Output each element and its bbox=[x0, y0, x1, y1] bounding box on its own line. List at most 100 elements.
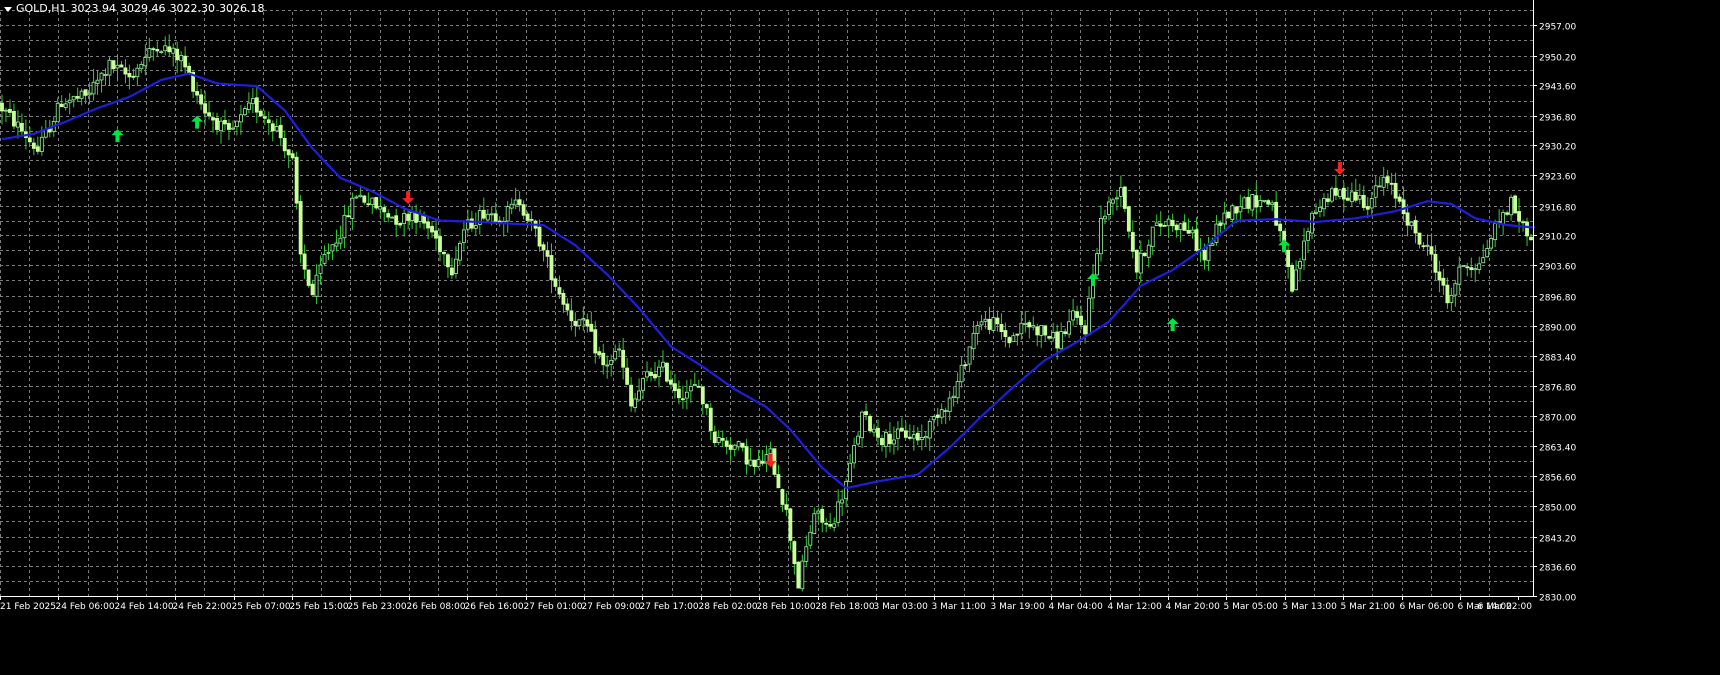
candle-body bbox=[513, 199, 518, 206]
candle-body bbox=[736, 441, 741, 448]
candle bbox=[1099, 205, 1103, 262]
candle-body bbox=[1349, 191, 1354, 203]
candle bbox=[1409, 221, 1414, 230]
candle-body bbox=[390, 216, 395, 219]
candle-body bbox=[1051, 332, 1056, 339]
candle bbox=[199, 88, 203, 110]
candle bbox=[521, 200, 526, 220]
candle-body bbox=[529, 218, 534, 221]
candle bbox=[1130, 220, 1135, 259]
candle-body bbox=[824, 522, 829, 525]
candle-body bbox=[680, 398, 685, 401]
candle-body bbox=[967, 346, 972, 365]
candle bbox=[159, 50, 164, 55]
candle-body bbox=[1166, 218, 1171, 227]
candle-body bbox=[541, 244, 546, 251]
candle bbox=[1190, 226, 1195, 239]
candle-body bbox=[382, 207, 387, 213]
candle bbox=[410, 205, 415, 230]
candle-body bbox=[696, 385, 701, 388]
price-chart[interactable]: 2957.00 2950.20 2943.60 2936.80 2930.20 2923.… bbox=[0, 0, 1720, 670]
candle-body bbox=[83, 89, 88, 96]
candle bbox=[314, 264, 319, 305]
candle-body bbox=[848, 462, 853, 483]
candle-body bbox=[1318, 206, 1322, 213]
candle bbox=[880, 434, 884, 452]
candle-body bbox=[1067, 321, 1072, 335]
candle bbox=[1322, 192, 1326, 217]
candle-body bbox=[310, 283, 315, 296]
candle bbox=[1286, 242, 1291, 279]
candle bbox=[282, 130, 287, 159]
candle bbox=[872, 423, 876, 437]
chart-menu-icon[interactable] bbox=[4, 6, 12, 12]
candle-body bbox=[613, 351, 618, 360]
candle-body bbox=[322, 254, 327, 264]
candle-body bbox=[959, 364, 964, 383]
candle-body bbox=[1015, 333, 1020, 336]
price-tick-label: 2903.60 bbox=[1539, 263, 1576, 273]
candle-body bbox=[1011, 335, 1016, 342]
candle bbox=[501, 216, 506, 237]
candle-body bbox=[832, 523, 837, 528]
candle-body bbox=[840, 499, 845, 504]
candle bbox=[227, 119, 231, 141]
candle-body bbox=[183, 55, 188, 68]
candle-body bbox=[366, 203, 371, 206]
candle bbox=[673, 373, 677, 399]
time-tick-label: 24 Feb 22:00 bbox=[173, 602, 232, 612]
candle bbox=[804, 535, 809, 567]
time-tick-label: 25 Feb 23:00 bbox=[348, 602, 407, 612]
candle-body bbox=[1485, 248, 1490, 258]
candle bbox=[1497, 209, 1502, 229]
time-tick-label: 25 Feb 15:00 bbox=[290, 602, 349, 612]
candle bbox=[1509, 194, 1514, 221]
candle bbox=[907, 424, 912, 441]
candle bbox=[621, 338, 626, 380]
candle-body bbox=[1501, 212, 1506, 225]
candle-body bbox=[394, 215, 399, 225]
candle bbox=[59, 95, 64, 108]
candle bbox=[350, 192, 355, 231]
candle-body bbox=[995, 317, 1000, 325]
chart-area[interactable]: 2957.00 2950.20 2943.60 2936.80 2930.20 2923.… bbox=[0, 0, 1720, 670]
candle-body bbox=[800, 560, 805, 590]
candle-body bbox=[1521, 221, 1525, 224]
candle bbox=[1075, 305, 1079, 325]
candle bbox=[1421, 242, 1426, 250]
candle-body bbox=[872, 428, 876, 433]
time-tick-label: 21 Feb 2025 bbox=[0, 602, 56, 612]
candle-body bbox=[880, 438, 884, 446]
candle-body bbox=[294, 156, 299, 204]
candle bbox=[1373, 176, 1378, 208]
candle-body bbox=[864, 411, 868, 416]
candle bbox=[1222, 201, 1227, 230]
candle-body bbox=[1019, 322, 1024, 335]
candle bbox=[1473, 263, 1478, 283]
candle-body bbox=[155, 49, 160, 52]
candle-body bbox=[179, 54, 184, 62]
candle bbox=[688, 379, 693, 403]
candle bbox=[541, 241, 546, 262]
candle bbox=[728, 436, 733, 463]
price-tick-label: 2930.20 bbox=[1539, 143, 1576, 153]
candle-body bbox=[258, 110, 263, 117]
candle-body bbox=[688, 385, 693, 392]
candle-body bbox=[744, 446, 749, 465]
candle-body bbox=[1007, 337, 1012, 344]
candle-body bbox=[1047, 336, 1052, 339]
candle-body bbox=[362, 195, 367, 203]
candle-body bbox=[1337, 189, 1342, 198]
arrow-shape bbox=[191, 115, 204, 129]
candle-body bbox=[927, 420, 932, 439]
candle-body bbox=[704, 404, 709, 409]
candle-body bbox=[1075, 311, 1079, 318]
candle-body bbox=[1298, 261, 1302, 269]
candle-body bbox=[1409, 221, 1414, 227]
candle-body bbox=[1031, 325, 1036, 328]
candle bbox=[800, 554, 805, 592]
candle-body bbox=[175, 48, 180, 61]
candle bbox=[732, 443, 737, 457]
candle bbox=[1043, 325, 1048, 343]
candle-body bbox=[505, 206, 510, 222]
